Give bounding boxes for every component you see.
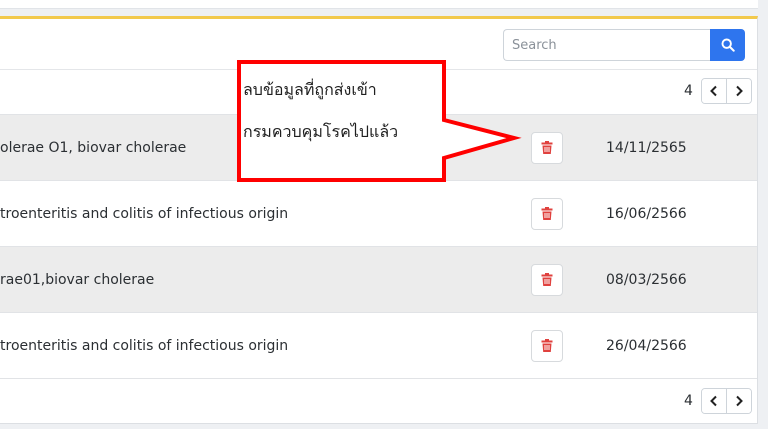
chevron-right-icon bbox=[736, 395, 743, 407]
disease-name: troenteritis and colitis of infectious o… bbox=[0, 337, 289, 354]
results-card: 4 olerae O1, biovar cholerae 14/11/2565 … bbox=[0, 16, 758, 424]
disease-name: troenteritis and colitis of infectious o… bbox=[0, 205, 289, 222]
record-date: 14/11/2565 bbox=[606, 139, 687, 156]
delete-button[interactable] bbox=[531, 197, 563, 230]
search-icon bbox=[721, 38, 735, 52]
delete-button[interactable] bbox=[531, 263, 563, 296]
annotation-text-line2: กรมควบคุมโรคไปแล้ว bbox=[243, 122, 399, 141]
search-button[interactable] bbox=[710, 29, 745, 61]
top-bar bbox=[0, 0, 758, 9]
header-divider bbox=[0, 69, 757, 70]
table-row: rae01,biovar cholerae 08/03/2566 bbox=[0, 246, 757, 312]
pagination-top: 4 bbox=[684, 78, 752, 104]
footer-divider bbox=[0, 378, 757, 379]
table-row: troenteritis and colitis of infectious o… bbox=[0, 180, 757, 246]
prev-page-button[interactable] bbox=[701, 389, 726, 413]
record-date: 16/06/2566 bbox=[606, 205, 687, 222]
search-input[interactable] bbox=[503, 29, 710, 61]
prev-page-button[interactable] bbox=[701, 79, 726, 103]
record-date: 08/03/2566 bbox=[606, 271, 687, 288]
pagination-bottom: 4 bbox=[684, 388, 752, 414]
disease-name: rae01,biovar cholerae bbox=[0, 271, 155, 288]
next-page-button[interactable] bbox=[725, 389, 751, 413]
delete-button[interactable] bbox=[531, 131, 563, 164]
disease-name: olerae O1, biovar cholerae bbox=[0, 139, 187, 156]
annotation-text-line1: ลบข้อมูลที่ถูกส่งเข้า bbox=[243, 80, 377, 99]
chevron-right-icon bbox=[736, 85, 743, 97]
delete-button[interactable] bbox=[531, 329, 563, 362]
record-date: 26/04/2566 bbox=[606, 337, 687, 354]
search-group bbox=[503, 29, 745, 61]
chevron-left-icon bbox=[710, 395, 717, 407]
trash-icon bbox=[541, 141, 553, 154]
table-row: troenteritis and colitis of infectious o… bbox=[0, 312, 757, 378]
chevron-left-icon bbox=[710, 85, 717, 97]
next-page-button[interactable] bbox=[725, 79, 751, 103]
page-number: 4 bbox=[684, 83, 693, 99]
trash-icon bbox=[541, 273, 553, 286]
trash-icon bbox=[541, 339, 553, 352]
trash-icon bbox=[541, 207, 553, 220]
page-number: 4 bbox=[684, 393, 693, 409]
